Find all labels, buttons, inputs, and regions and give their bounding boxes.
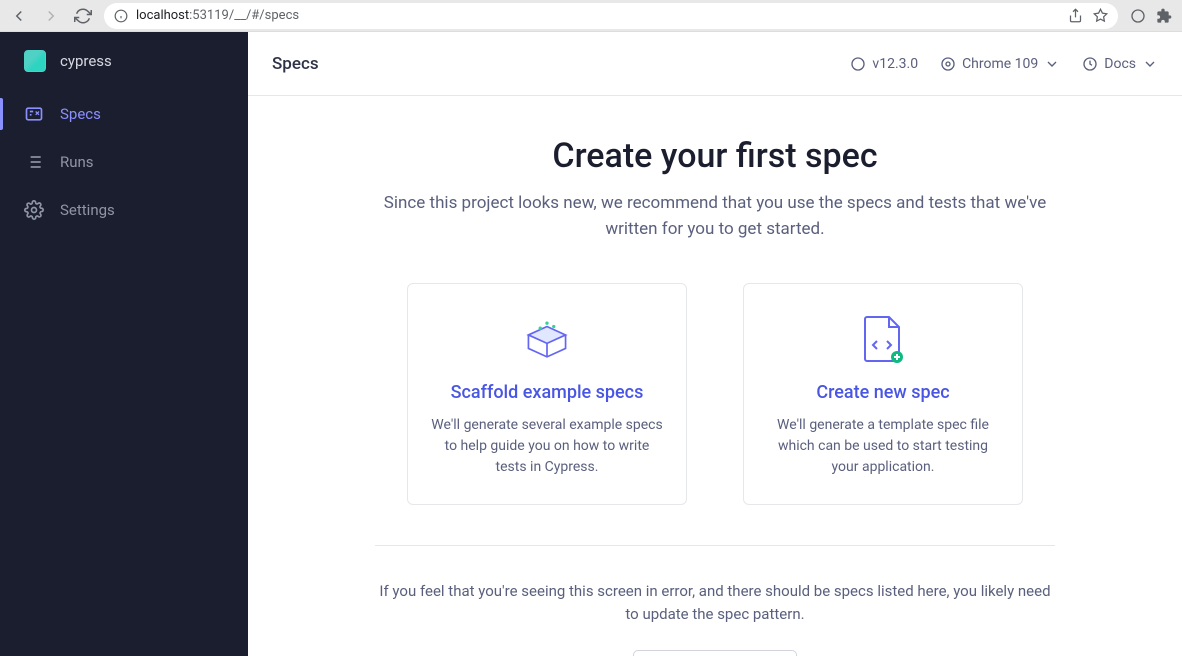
puzzle-icon[interactable] [1156, 8, 1172, 24]
create-spec-card[interactable]: Create new spec We'll generate a templat… [743, 283, 1023, 505]
browser-selector[interactable]: Chrome 109 [940, 56, 1060, 72]
main-content: Specs v12.3.0 Chrome 109 Docs [248, 32, 1182, 656]
sidebar-item-label: Settings [60, 201, 115, 219]
settings-icon [24, 200, 44, 220]
card-title: Scaffold example specs [430, 382, 664, 403]
chevron-down-icon [1044, 56, 1060, 72]
docs-icon [1082, 56, 1098, 72]
sidebar-header[interactable]: cypress [0, 32, 248, 90]
page-title: Specs [272, 54, 319, 74]
docs-link[interactable]: Docs [1082, 56, 1158, 72]
sidebar-item-label: Specs [60, 105, 101, 123]
reload-icon[interactable] [74, 7, 92, 25]
divider [375, 545, 1055, 546]
view-spec-pattern-button[interactable]: View spec pattern [633, 650, 797, 656]
extension-icon[interactable] [1130, 8, 1146, 24]
project-name: cypress [60, 52, 112, 70]
sidebar-item-specs[interactable]: Specs [0, 90, 248, 138]
hero-subtitle: Since this project looks new, we recomme… [375, 190, 1055, 243]
forward-icon[interactable] [42, 7, 60, 25]
sidebar: cypress Specs Runs Settings [0, 32, 248, 656]
chrome-icon [940, 56, 956, 72]
sidebar-item-label: Runs [60, 153, 94, 171]
footer-note: If you feel that you're seeing this scre… [375, 580, 1055, 627]
cypress-logo-icon [24, 50, 46, 72]
card-desc: We'll generate several example specs to … [430, 415, 664, 478]
sidebar-item-settings[interactable]: Settings [0, 186, 248, 234]
card-desc: We'll generate a template spec file whic… [766, 415, 1000, 478]
card-title: Create new spec [766, 382, 1000, 403]
cypress-icon [850, 56, 866, 72]
url-bar[interactable]: localhost:53119/__/#/specs [104, 3, 1118, 29]
box-icon [430, 312, 664, 368]
specs-icon [24, 104, 44, 124]
scaffold-specs-card[interactable]: Scaffold example specs We'll generate se… [407, 283, 687, 505]
file-icon [766, 312, 1000, 368]
sidebar-item-runs[interactable]: Runs [0, 138, 248, 186]
version-indicator[interactable]: v12.3.0 [850, 56, 918, 72]
runs-icon [24, 152, 44, 172]
share-icon[interactable] [1068, 8, 1083, 23]
chevron-down-icon [1142, 56, 1158, 72]
info-icon [114, 9, 128, 23]
back-icon[interactable] [10, 7, 28, 25]
url-text: localhost:53119/__/#/specs [136, 8, 299, 23]
star-icon[interactable] [1093, 8, 1108, 23]
hero-title: Create your first spec [308, 136, 1122, 176]
browser-toolbar: localhost:53119/__/#/specs [0, 0, 1182, 32]
topbar: Specs v12.3.0 Chrome 109 Docs [248, 32, 1182, 96]
